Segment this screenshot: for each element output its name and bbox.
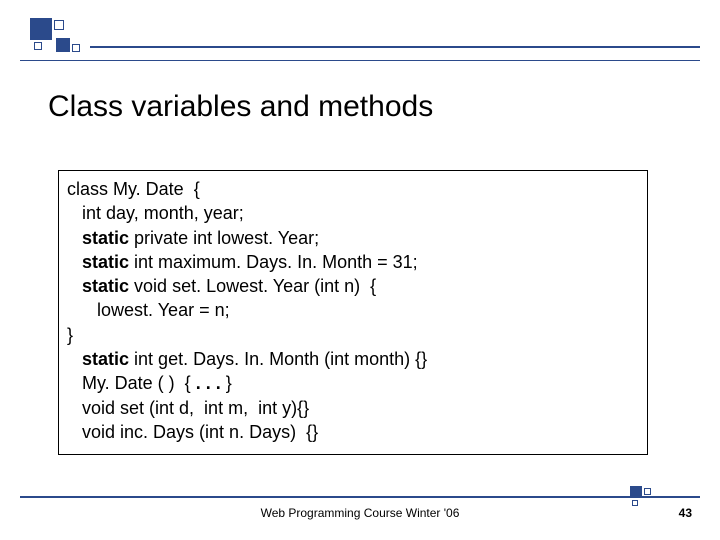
footer: Web Programming Course Winter '06 43 bbox=[0, 496, 720, 522]
rule-bottom bbox=[20, 496, 700, 498]
code-line: static void set. Lowest. Year (int n) { bbox=[67, 274, 639, 298]
decoration-top bbox=[30, 18, 90, 58]
code-line: int day, month, year; bbox=[67, 201, 639, 225]
code-line: class My. Date { bbox=[67, 177, 639, 201]
code-line: static private int lowest. Year; bbox=[67, 226, 639, 250]
code-line: lowest. Year = n; bbox=[67, 298, 639, 322]
code-line: } bbox=[67, 323, 639, 347]
code-line: void set (int d, int m, int y){} bbox=[67, 396, 639, 420]
rule-top-thin bbox=[20, 60, 700, 61]
slide-title: Class variables and methods bbox=[48, 90, 433, 124]
rule-top bbox=[90, 46, 700, 48]
code-line: void inc. Days (int n. Days) {} bbox=[67, 420, 639, 444]
code-box: class My. Date { int day, month, year; s… bbox=[58, 170, 648, 455]
code-line: My. Date ( ) { . . . } bbox=[67, 371, 639, 395]
code-line: static int maximum. Days. In. Month = 31… bbox=[67, 250, 639, 274]
code-line: static int get. Days. In. Month (int mon… bbox=[67, 347, 639, 371]
footer-text: Web Programming Course Winter '06 bbox=[0, 506, 720, 520]
page-number: 43 bbox=[679, 506, 692, 520]
